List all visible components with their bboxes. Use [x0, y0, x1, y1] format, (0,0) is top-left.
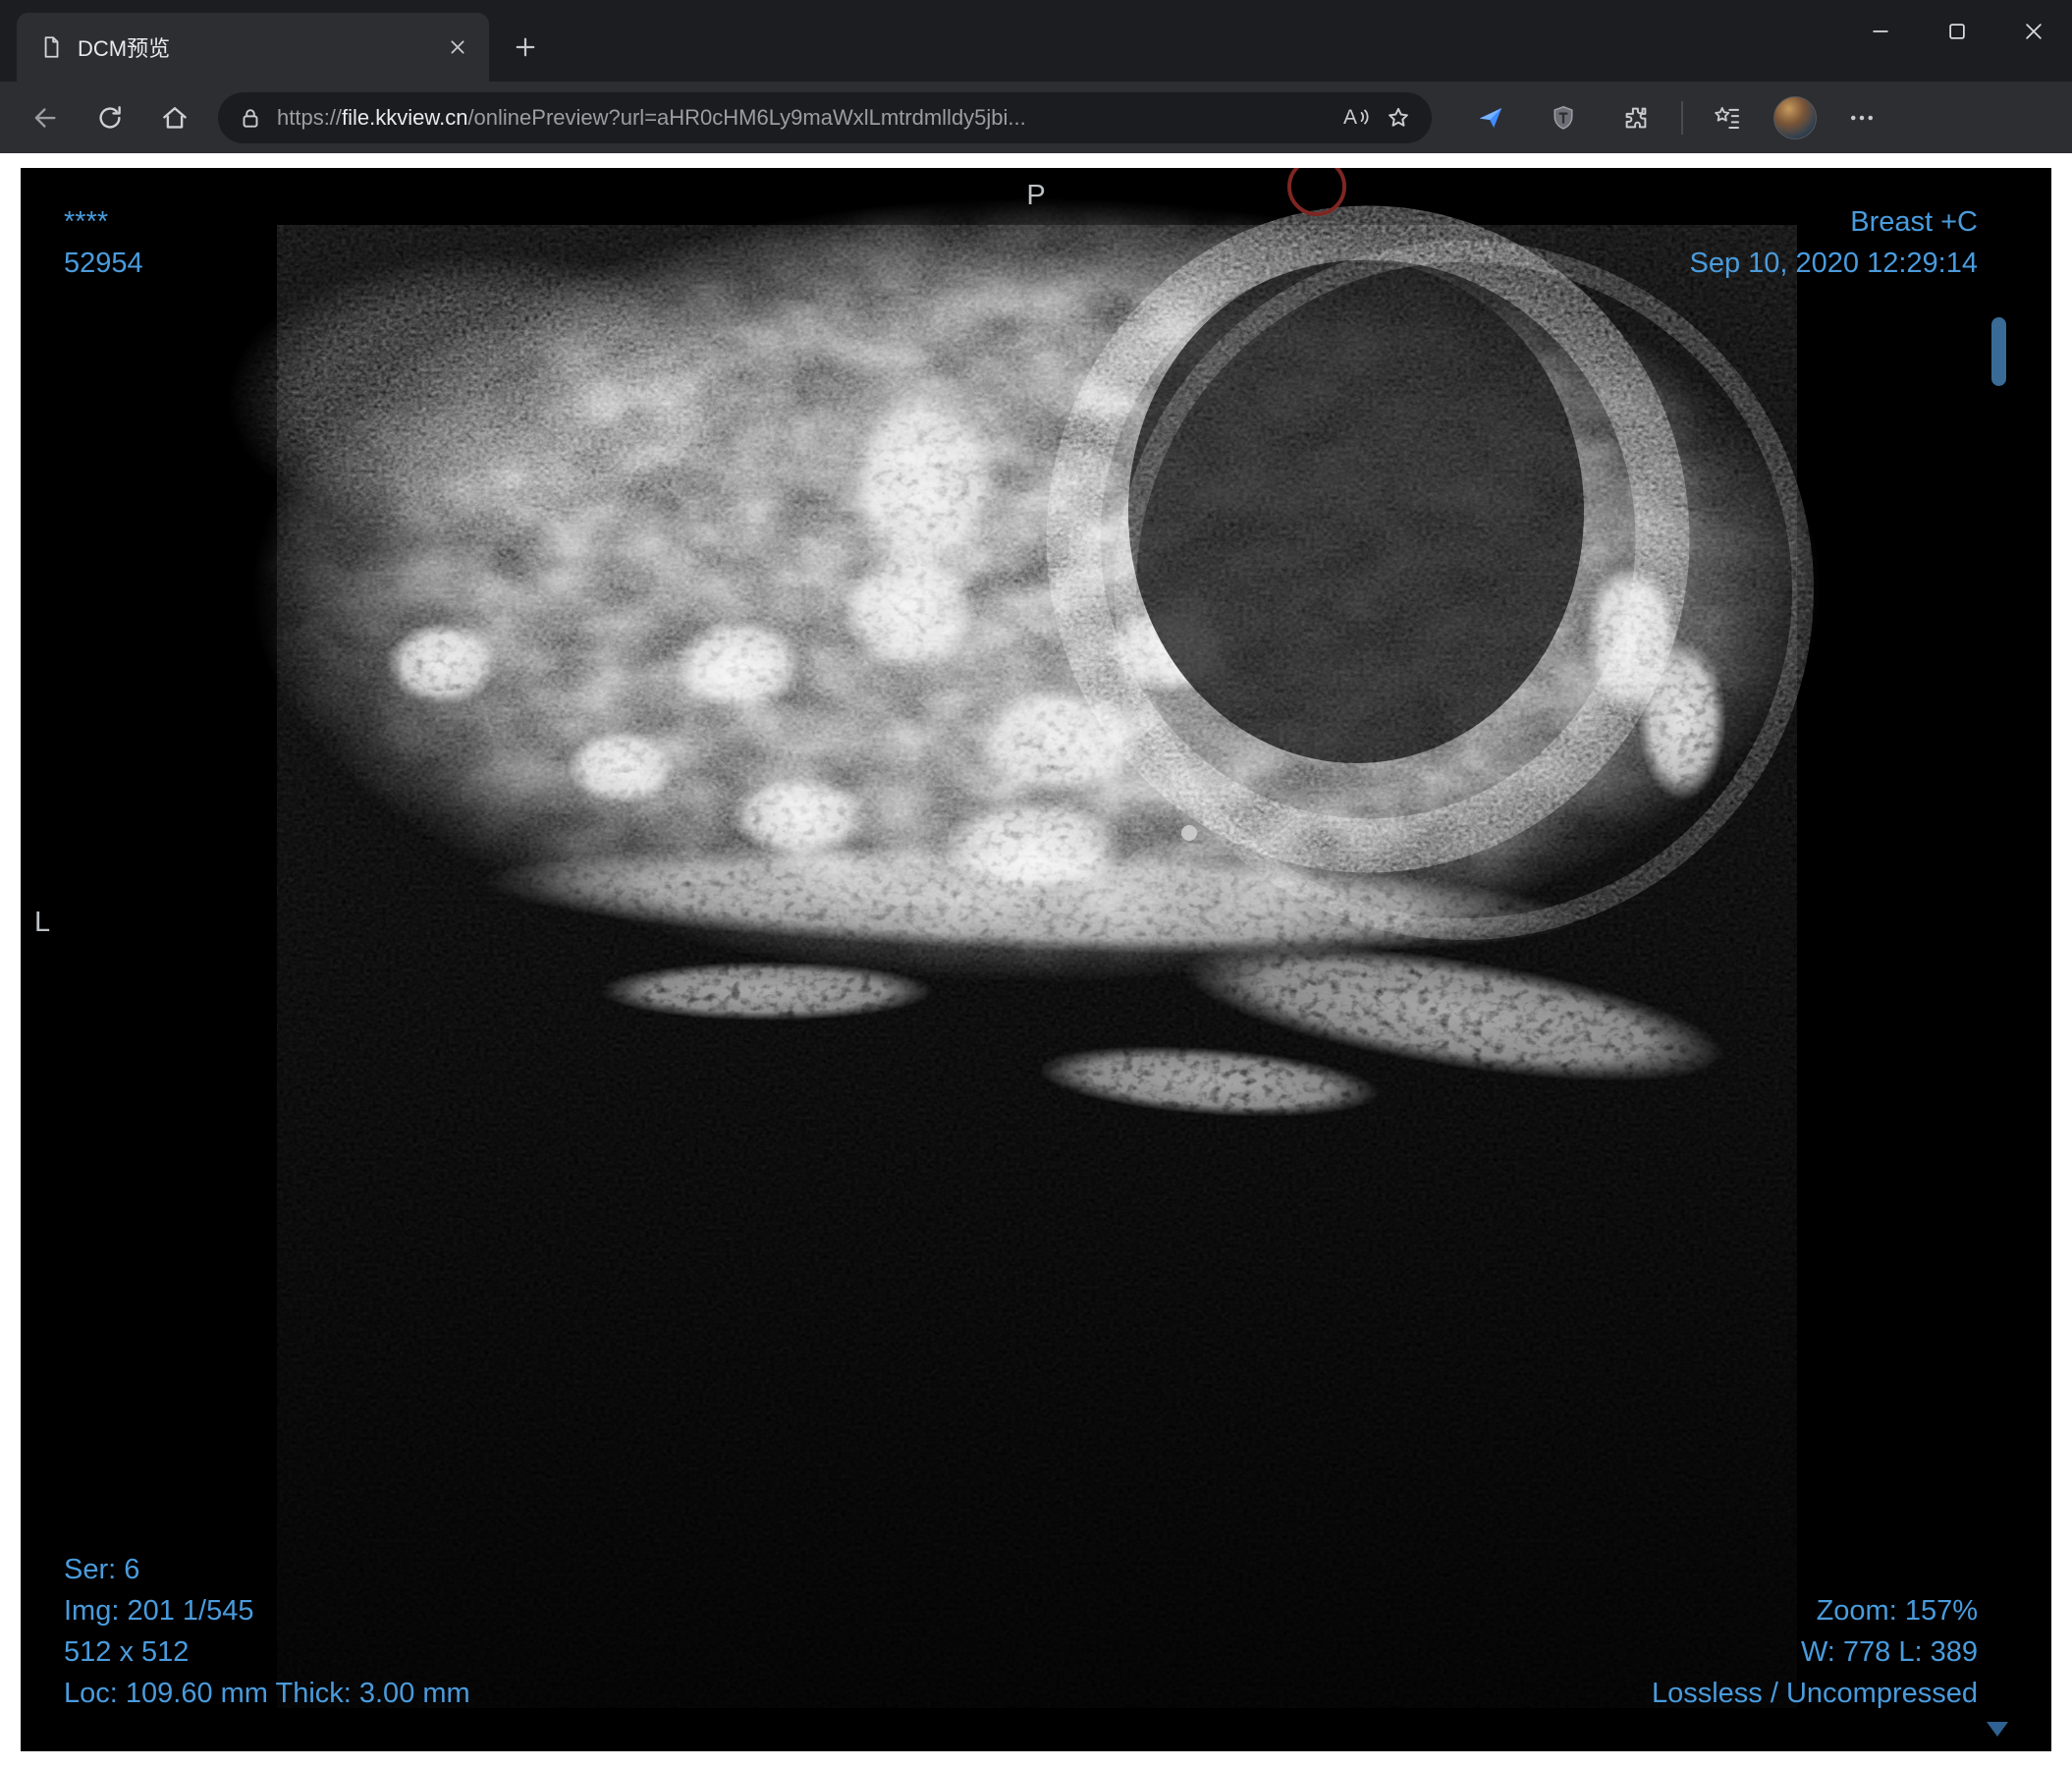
- window-controls: [1842, 0, 2072, 63]
- favorite-star-icon[interactable]: [1385, 104, 1412, 132]
- blue-extension-icon[interactable]: [1463, 90, 1518, 145]
- plus-icon: [516, 37, 535, 57]
- refresh-icon: [99, 105, 121, 129]
- back-arrow-icon: [34, 107, 56, 128]
- annotation-circle[interactable]: [1287, 168, 1346, 216]
- close-window-button[interactable]: [1995, 0, 2072, 63]
- toolbar-divider: [1681, 100, 1683, 135]
- image-number: Img: 201 1/545: [64, 1595, 254, 1627]
- series-number: Ser: 6: [64, 1554, 140, 1585]
- image-matrix: 512 x 512: [64, 1636, 190, 1668]
- maximize-button[interactable]: [1919, 0, 1995, 63]
- document-icon: [44, 36, 59, 58]
- dicom-viewer-canvas[interactable]: **** 52954 Breast +C Sep 10, 2020 12:29:…: [21, 168, 2051, 1751]
- viewer-scrollbar-thumb[interactable]: [1991, 317, 2006, 386]
- sound-waves-icon: [1360, 109, 1369, 124]
- navigation-bar: https://file.kkview.cn/onlinePreview?url…: [0, 82, 2072, 153]
- settings-menu-button[interactable]: [1834, 90, 1889, 145]
- profile-avatar[interactable]: [1773, 95, 1817, 139]
- browser-tab[interactable]: DCM预览: [17, 13, 489, 82]
- patient-id-masked: ****: [64, 206, 109, 238]
- orientation-marker-posterior: P: [1026, 180, 1046, 211]
- site-security-lock-icon[interactable]: [238, 105, 263, 131]
- url-host: file.kkview.cn: [342, 104, 468, 130]
- toolbar-extension-icons: [1463, 90, 1889, 145]
- url-path: /onlinePreview?url=aHR0cHM6Ly9maWxlLmtrd…: [467, 104, 1026, 130]
- mri-image: [227, 168, 1823, 1708]
- ellipsis-icon: [1851, 115, 1873, 120]
- refresh-button[interactable]: [82, 90, 137, 145]
- tab-close-icon[interactable]: [440, 29, 475, 65]
- url-text[interactable]: https://file.kkview.cn/onlinePreview?url…: [277, 105, 1330, 131]
- new-tab-button[interactable]: [503, 25, 548, 70]
- address-bar[interactable]: https://file.kkview.cn/onlinePreview?url…: [218, 91, 1432, 143]
- favorites-hub-icon[interactable]: [1701, 90, 1756, 145]
- tab-title: DCM预览: [78, 36, 171, 61]
- overlay-top-left: **** 52954: [64, 201, 143, 284]
- extensions-icon[interactable]: [1609, 90, 1663, 145]
- shield-extension-icon[interactable]: [1536, 90, 1591, 145]
- compression-info: Lossless / Uncompressed: [1651, 1678, 1978, 1709]
- home-icon: [163, 106, 187, 129]
- minimize-button[interactable]: [1842, 0, 1919, 63]
- url-scheme: https://: [277, 104, 343, 130]
- study-description: Breast +C: [1850, 206, 1978, 238]
- overlay-bottom-right: Zoom: 157% W: 778 L: 389 Lossless / Unco…: [1652, 1590, 1978, 1714]
- zoom-level: Zoom: 157%: [1816, 1595, 1978, 1627]
- window-level: W: 778 L: 389: [1800, 1636, 1978, 1668]
- tab-bar: DCM预览: [0, 0, 2072, 82]
- study-datetime: Sep 10, 2020 12:29:14: [1689, 248, 1978, 279]
- page-content: **** 52954 Breast +C Sep 10, 2020 12:29:…: [0, 153, 2072, 1768]
- home-button[interactable]: [147, 90, 202, 145]
- back-button[interactable]: [18, 90, 73, 145]
- accession-number: 52954: [64, 248, 143, 279]
- read-aloud-icon[interactable]: A: [1343, 106, 1371, 130]
- read-aloud-letter: A: [1342, 105, 1357, 129]
- browser-window: DCM预览 https://file.kkview.cn/onlinePrevi…: [0, 0, 2072, 1768]
- viewer-scroll-down-arrow[interactable]: [1987, 1722, 2008, 1737]
- overlay-top-right: Breast +C Sep 10, 2020 12:29:14: [1690, 201, 1978, 284]
- orientation-marker-left: L: [34, 907, 51, 938]
- slice-location-thickness: Loc: 109.60 mm Thick: 3.00 mm: [64, 1678, 470, 1709]
- overlay-bottom-left: Ser: 6 Img: 201 1/545 512 x 512 Loc: 109…: [64, 1549, 470, 1714]
